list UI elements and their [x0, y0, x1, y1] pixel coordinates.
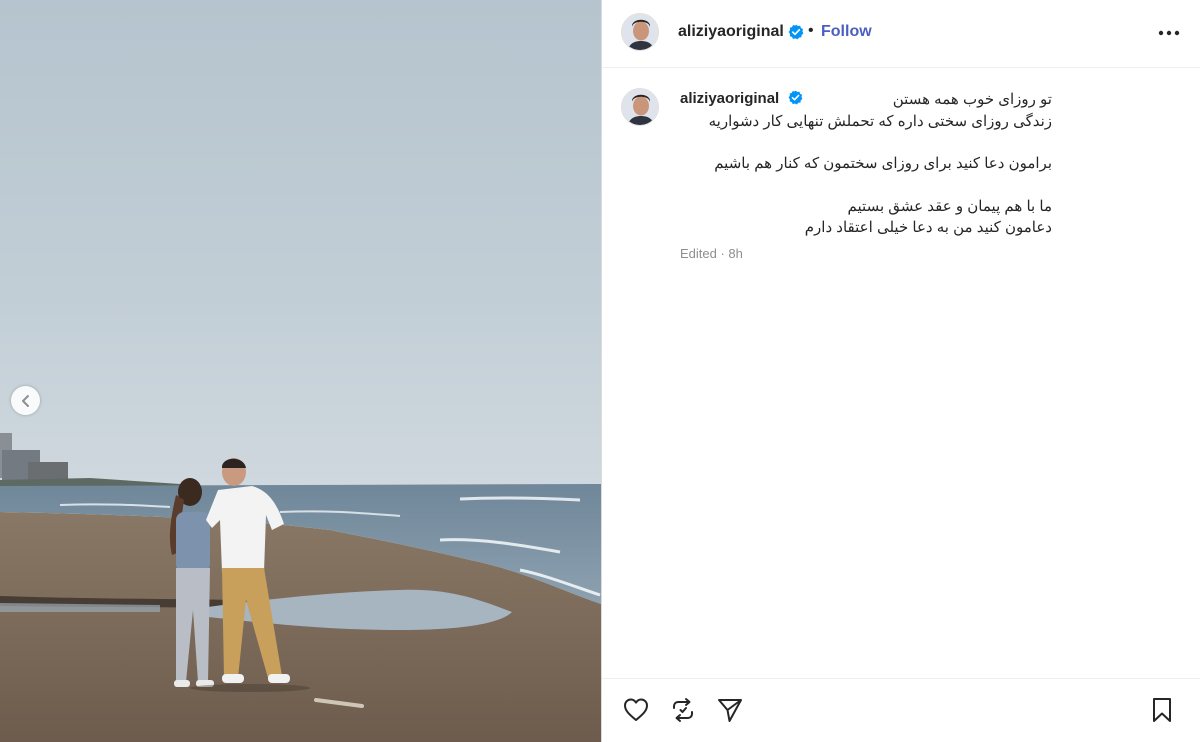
- caption-line: ما با هم پیمان و عقد عشق بستیم: [847, 197, 1052, 215]
- beach-photo: [0, 0, 601, 742]
- repost-button[interactable]: [668, 695, 698, 725]
- heart-icon: [624, 698, 648, 721]
- carousel-prev-button[interactable]: [11, 386, 40, 415]
- chevron-left-icon: [21, 394, 29, 407]
- action-bar: [602, 678, 1200, 742]
- post-photo[interactable]: [0, 0, 601, 742]
- caption-text: تو روزای خوب همه هستن زندگی روزای سختی د…: [680, 89, 1052, 260]
- caption-line: زندگی روزای سختی داره که تحملش تنهایی کا…: [708, 112, 1052, 130]
- share-button[interactable]: [715, 695, 745, 725]
- header-separator: •: [808, 22, 814, 39]
- caption-line: دعامون کنید من به دعا خیلی اعتقاد دارم: [804, 219, 1052, 236]
- avatar-icon: [622, 89, 658, 125]
- post-meta: Edited · 8h: [680, 246, 743, 261]
- verified-badge-icon: [788, 24, 804, 40]
- caption-line: تو روزای خوب همه هستن: [892, 91, 1052, 108]
- caption-avatar[interactable]: [621, 88, 659, 126]
- post-side-panel: aliziyaoriginal • Follow aliziyaoriginal…: [602, 0, 1200, 742]
- caption-line: برامون دعا کنید برای روزای سختمون که کنا…: [714, 155, 1052, 172]
- follow-button[interactable]: Follow: [821, 23, 872, 41]
- save-button[interactable]: [1147, 695, 1177, 725]
- avatar[interactable]: [621, 13, 659, 51]
- repost-icon: [673, 698, 693, 722]
- send-icon: [718, 699, 742, 722]
- like-button[interactable]: [621, 695, 651, 725]
- avatar-icon: [622, 14, 658, 50]
- more-options-icon: [1158, 30, 1180, 36]
- bookmark-icon: [1153, 698, 1171, 722]
- header-username[interactable]: aliziyaoriginal: [678, 23, 784, 41]
- post-header: aliziyaoriginal • Follow: [602, 0, 1200, 68]
- more-options-button[interactable]: [1156, 22, 1182, 44]
